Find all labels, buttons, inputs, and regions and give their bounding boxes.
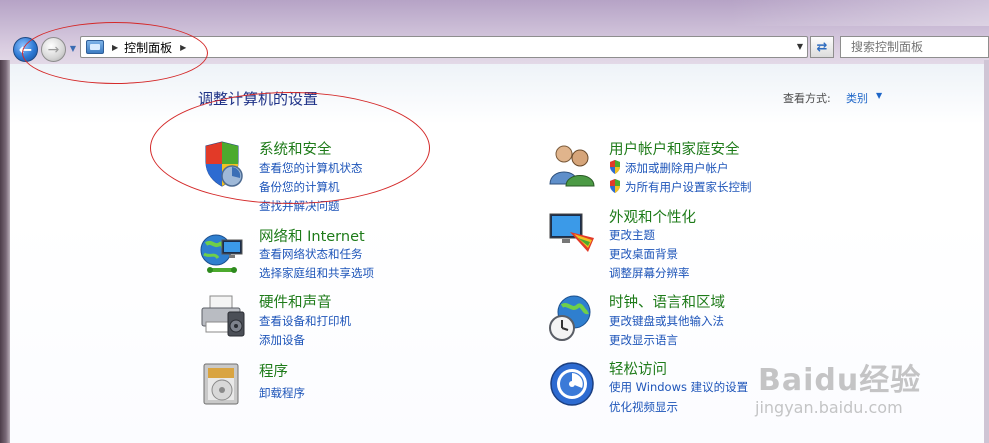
page-title: 调整计算机的设置 <box>198 90 319 108</box>
category-system-security[interactable]: 系统和安全 <box>259 138 332 159</box>
breadcrumb-control-panel[interactable]: 控制面板 <box>124 39 172 56</box>
ease-of-access-icon[interactable] <box>548 360 596 408</box>
chevron-right-icon[interactable]: ▶ <box>180 43 186 52</box>
link-homegroup-sharing[interactable]: 选择家庭组和共享选项 <box>259 265 374 281</box>
forward-button[interactable]: → <box>41 37 66 62</box>
search-input[interactable] <box>840 36 989 58</box>
network-icon[interactable] <box>198 228 246 276</box>
link-parental-controls[interactable]: 为所有用户设置家长控制 <box>625 179 752 195</box>
category-programs[interactable]: 程序 <box>259 360 288 381</box>
users-icon[interactable] <box>548 140 596 188</box>
baidu-watermark-url: jingyan.baidu.com <box>755 398 903 417</box>
appearance-icon[interactable] <box>548 208 596 256</box>
link-network-status[interactable]: 查看网络状态和任务 <box>259 246 363 262</box>
chevron-right-icon[interactable]: ▶ <box>112 43 118 52</box>
link-screen-resolution[interactable]: 调整屏幕分辨率 <box>609 265 690 281</box>
titlebar-glass <box>729 0 989 26</box>
back-button[interactable]: ← <box>13 37 38 62</box>
link-change-input-method[interactable]: 更改键盘或其他输入法 <box>609 313 724 329</box>
category-user-accounts[interactable]: 用户帐户和家庭安全 <box>609 138 740 159</box>
link-change-theme[interactable]: 更改主题 <box>609 227 655 243</box>
link-windows-recommended-settings[interactable]: 使用 Windows 建议的设置 <box>609 379 748 395</box>
link-change-display-language[interactable]: 更改显示语言 <box>609 332 678 348</box>
recent-pages-dropdown[interactable]: ▼ <box>68 44 78 54</box>
chevron-down-icon[interactable]: ▼ <box>876 91 882 100</box>
link-view-computer-status[interactable]: 查看您的计算机状态 <box>259 160 363 176</box>
link-troubleshoot[interactable]: 查找并解决问题 <box>259 198 340 214</box>
link-optimize-video-display[interactable]: 优化视频显示 <box>609 399 678 415</box>
link-change-background[interactable]: 更改桌面背景 <box>609 246 678 262</box>
address-dropdown-icon[interactable]: ▼ <box>797 42 803 51</box>
link-add-remove-accounts[interactable]: 添加或删除用户帐户 <box>625 160 729 176</box>
link-uninstall-program[interactable]: 卸载程序 <box>259 385 305 401</box>
view-by-dropdown[interactable]: 类别 <box>846 90 868 106</box>
refresh-icon: ⇄ <box>816 39 828 55</box>
refresh-button[interactable]: ⇄ <box>810 36 834 58</box>
category-network-internet[interactable]: 网络和 Internet <box>259 225 365 246</box>
content-header-gradient <box>10 64 984 124</box>
address-bar[interactable]: ▶ 控制面板 ▶ ▼ <box>80 36 808 58</box>
window-left-border <box>0 60 10 443</box>
baidu-watermark-logo: Baidu经验 <box>758 363 922 398</box>
shield-icon[interactable] <box>198 140 246 188</box>
category-appearance[interactable]: 外观和个性化 <box>609 206 696 227</box>
arrow-left-icon: ← <box>18 40 33 59</box>
category-clock-language-region[interactable]: 时钟、语言和区域 <box>609 291 725 312</box>
uac-shield-icon <box>610 179 620 193</box>
link-devices-printers[interactable]: 查看设备和打印机 <box>259 313 351 329</box>
programs-icon[interactable] <box>198 360 246 408</box>
clock-globe-icon[interactable] <box>548 294 596 342</box>
arrow-right-icon: → <box>47 41 60 58</box>
category-hardware-sound[interactable]: 硬件和声音 <box>259 291 332 312</box>
category-ease-of-access[interactable]: 轻松访问 <box>609 358 667 379</box>
link-add-device[interactable]: 添加设备 <box>259 332 305 348</box>
link-backup-computer[interactable]: 备份您的计算机 <box>259 179 340 195</box>
control-panel-icon <box>86 40 104 54</box>
view-by-label: 查看方式: <box>783 92 831 105</box>
uac-shield-icon <box>610 160 620 174</box>
window-right-border <box>984 60 989 443</box>
printer-icon[interactable] <box>198 294 246 342</box>
